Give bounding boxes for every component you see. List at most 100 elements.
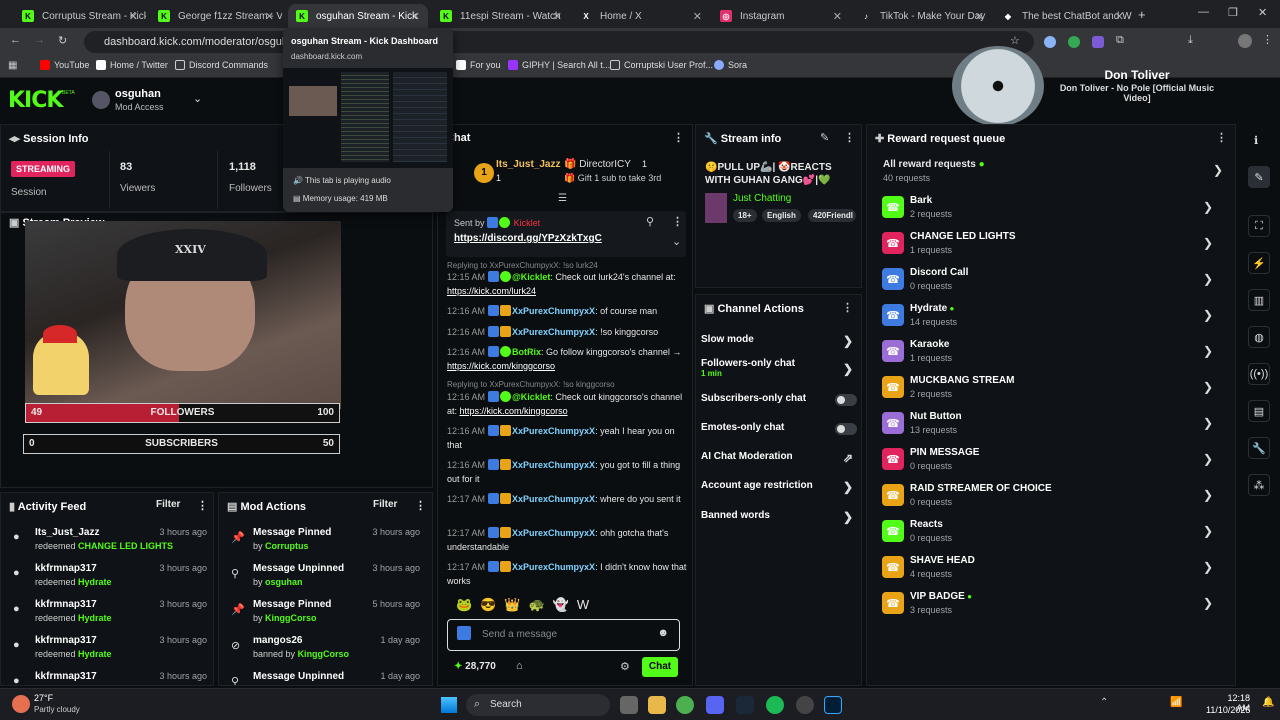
chevron-right-icon[interactable]: ❯	[1203, 200, 1213, 214]
chevron-right-icon[interactable]: ❯	[1203, 560, 1213, 574]
windows-start-icon[interactable]	[441, 697, 457, 713]
activity-menu-icon[interactable]: ⋮	[197, 499, 208, 512]
forward-icon[interactable]: →	[34, 34, 45, 46]
extension-icon[interactable]	[1092, 36, 1104, 48]
activity-user-name[interactable]: kkfrmnap317	[35, 599, 97, 610]
chrome-icon[interactable]	[676, 696, 694, 714]
list-item[interactable]: ● kkfrmnap317 3 hours ago	[13, 671, 213, 685]
taskbar-search[interactable]: ⌕ Search	[466, 694, 610, 716]
unpin-icon[interactable]: ⚲	[646, 215, 654, 228]
toggle-switch[interactable]	[835, 394, 857, 406]
stream-info-menu-icon[interactable]: ⋮	[844, 131, 855, 144]
reward-item[interactable]: ☎ SHAVE HEAD 4 requests ❯	[882, 552, 1227, 584]
mod-action-user[interactable]: KinggCorso	[265, 613, 317, 623]
expand-leaderboard-icon[interactable]: ☰	[558, 193, 567, 204]
reward-item[interactable]: ☎ Karaoke 1 requests ❯	[882, 336, 1227, 368]
tag-english[interactable]: English	[762, 209, 801, 222]
close-tab-icon[interactable]: ✕	[975, 10, 984, 23]
chevron-right-icon[interactable]: ❯	[1203, 308, 1213, 322]
kick-logo[interactable]: KICK	[8, 88, 63, 113]
chat-message[interactable]: 12:17 AM XxPurexChumpyxX: where do you se…	[447, 492, 687, 506]
chevron-right-icon[interactable]: ❯	[1203, 344, 1213, 358]
chevron-right-icon[interactable]: ❯	[843, 480, 853, 494]
bookmark-sora[interactable]: Sora	[714, 60, 747, 70]
tab-5[interactable]: ◎ Instagram ✕	[712, 4, 850, 28]
channel-points[interactable]: ✦ 28,770	[454, 661, 496, 672]
channel-action-account-age-restriction[interactable]: Account age restriction ❯	[701, 480, 859, 502]
fullscreen-icon[interactable]: ⛶	[1248, 215, 1270, 237]
photoshop-icon[interactable]	[824, 696, 842, 714]
back-icon[interactable]: ←	[10, 34, 21, 46]
channel-action-emotes-only-chat[interactable]: Emotes-only chat	[701, 422, 859, 444]
bookmark-corruptski[interactable]: Corruptski User Prof...	[610, 60, 713, 70]
tab-4[interactable]: X Home / X ✕	[572, 4, 710, 28]
chat-message[interactable]: 12:16 AM XxPurexChumpyxX: of course man	[447, 304, 687, 318]
reward-item[interactable]: ☎ MUCKBANG STREAM 2 requests ❯	[882, 372, 1227, 404]
extension-icon[interactable]	[1068, 36, 1080, 48]
channel-action-banned-words[interactable]: Banned words ❯	[701, 510, 859, 532]
list-item[interactable]: ● kkfrmnap317 redeemed Hydrate 3 hours ago	[13, 635, 213, 667]
second-gifter-name[interactable]: 🎁 DirectorICY	[564, 159, 631, 170]
mod-actions-filter-button[interactable]: Filter	[373, 499, 397, 510]
list-item[interactable]: ⊘ mangos26 banned by KinggCorso 1 day ago	[231, 635, 426, 667]
list-item[interactable]: 📌 Message Pinned by KinggCorso 5 hours ago	[231, 599, 426, 631]
store-icon[interactable]: ⌂	[516, 660, 523, 672]
tab-3[interactable]: K 11espi Stream - Watch ✕	[432, 4, 570, 28]
weather-icon[interactable]	[12, 695, 30, 713]
list-item[interactable]: ● kkfrmnap317 redeemed Hydrate 3 hours ago	[13, 599, 213, 631]
chat-message[interactable]: 12:16 AM XxPurexChumpyxX: !so kinggcorso	[447, 325, 687, 339]
mod-action-user[interactable]: KinggCorso	[298, 649, 350, 659]
chat-input-placeholder[interactable]: Send a message	[482, 629, 557, 640]
message-username[interactable]: XxPurexChumpyxX	[512, 327, 595, 337]
list-item[interactable]: ⚲ Message Unpinned 1 day ago	[231, 671, 426, 685]
category-link[interactable]: Just Chatting	[733, 193, 791, 204]
list-item[interactable]: 📌 Message Pinned by Corruptus 3 hours ago	[231, 527, 426, 559]
pinned-collapse-icon[interactable]: ⌄	[672, 235, 681, 248]
channel-action-slow-mode[interactable]: Slow mode ❯	[701, 334, 859, 356]
send-chat-button[interactable]: Chat	[642, 657, 678, 677]
channel-action-subscribers-only-chat[interactable]: Subscribers-only chat	[701, 393, 859, 415]
reward-item[interactable]: ☎ Hydrate ● 14 requests ❯	[882, 300, 1227, 332]
profile-avatar[interactable]	[1238, 34, 1252, 48]
message-username[interactable]: XxPurexChumpyxX	[512, 306, 595, 316]
minimize-icon[interactable]: —	[1198, 6, 1209, 18]
list-item[interactable]: ⚲ Message Unpinned by osguhan 3 hours ago	[231, 563, 426, 595]
message-username[interactable]: XxPurexChumpyxX	[512, 426, 595, 436]
bookmark-youtube[interactable]: YouTube	[40, 60, 89, 70]
channel-actions-menu-icon[interactable]: ⋮	[842, 301, 853, 314]
close-tab-icon[interactable]: ✕	[129, 10, 138, 23]
message-link[interactable]: https://kick.com/lurk24	[447, 286, 536, 296]
chat-menu-icon[interactable]: ⋮	[673, 131, 684, 144]
tag-18-plus[interactable]: 18+	[733, 209, 757, 222]
bookmark-giphy[interactable]: GIPHY | Search All t...	[508, 60, 610, 70]
top-gifter-name[interactable]: Its_Just_Jazz	[496, 159, 560, 170]
tag-420friendly[interactable]: 420Friendl	[808, 209, 856, 222]
activity-user-name[interactable]: Its_Just_Jazz	[35, 527, 99, 538]
channel-action-ai-chat-moderation[interactable]: AI Chat Moderation ⇗	[701, 451, 859, 473]
extension-icon[interactable]	[1044, 36, 1056, 48]
reward-item[interactable]: ☎ RAID STREAMER OF CHOICE 0 requests ❯	[882, 480, 1227, 512]
chevron-right-icon[interactable]: ❯	[1213, 163, 1223, 177]
chevron-right-icon[interactable]: ❯	[1203, 380, 1213, 394]
steam-icon[interactable]	[736, 696, 754, 714]
chat-message[interactable]: 12:15 AM @Kicklet: Check out lurk24's cha…	[447, 270, 687, 298]
chevron-right-icon[interactable]: ❯	[1203, 236, 1213, 250]
tools-icon[interactable]: 🔧	[1248, 437, 1270, 459]
edit-stream-info-icon[interactable]: ✎	[820, 131, 829, 144]
message-username[interactable]: XxPurexChumpyxX	[512, 562, 595, 572]
file-explorer-icon[interactable]	[648, 696, 666, 714]
close-tab-icon[interactable]: ✕	[1115, 10, 1124, 23]
download-icon[interactable]: ⤓	[1188, 34, 1193, 47]
emote-bar[interactable]: 🐸😎👑🐢👻W	[456, 597, 686, 615]
pinned-menu-icon[interactable]: ⋮	[672, 215, 683, 228]
bookmark-discord-commands[interactable]: Discord Commands	[175, 60, 268, 70]
chat-message[interactable]: 12:17 AM XxPurexChumpyxX: I didn't know h…	[447, 560, 687, 588]
notifications-icon[interactable]: 🔔	[1262, 697, 1274, 708]
tab-6[interactable]: ♪ TikTok - Make Your Day ✕	[852, 4, 992, 28]
chat-settings-gear-icon[interactable]: ⚙	[620, 660, 630, 673]
spotify-icon[interactable]	[766, 696, 784, 714]
reload-icon[interactable]: ↻	[58, 34, 67, 47]
tray-chevron-icon[interactable]: ⌃	[1100, 697, 1108, 708]
bookmark-for-you[interactable]: For you	[456, 60, 501, 70]
tab-1[interactable]: K George f1zz Stream - V ✕	[150, 4, 282, 28]
